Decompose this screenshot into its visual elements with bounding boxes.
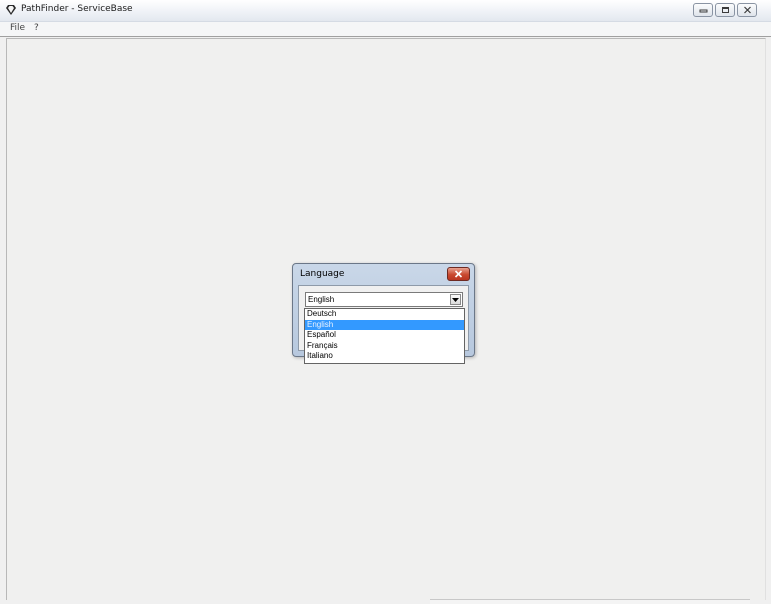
language-dropdown-list: Deutsch English Español Français Italian… xyxy=(304,308,465,364)
language-option-italiano[interactable]: Italiano xyxy=(305,351,464,362)
chevron-down-icon xyxy=(452,297,459,302)
status-bar xyxy=(430,599,750,604)
language-select[interactable]: English xyxy=(305,292,463,307)
close-button[interactable] xyxy=(737,3,757,17)
language-option-espanol[interactable]: Español xyxy=(305,330,464,341)
maximize-button[interactable] xyxy=(715,3,735,17)
close-icon xyxy=(743,6,751,14)
menu-bar: File ? xyxy=(0,22,771,37)
language-select-value: English xyxy=(308,295,335,304)
close-icon xyxy=(454,270,463,278)
menu-help[interactable]: ? xyxy=(34,23,39,33)
window-title: PathFinder - ServiceBase xyxy=(21,4,133,14)
maximize-icon xyxy=(721,7,729,13)
title-bar: PathFinder - ServiceBase xyxy=(0,0,771,22)
diamond-icon xyxy=(6,5,16,15)
dropdown-button[interactable] xyxy=(450,294,461,305)
language-option-francais[interactable]: Français xyxy=(305,341,464,352)
dialog-title: Language xyxy=(300,269,345,279)
menu-file[interactable]: File xyxy=(10,23,25,33)
dialog-close-button[interactable] xyxy=(447,267,470,281)
minimize-icon xyxy=(699,9,707,13)
language-option-deutsch[interactable]: Deutsch xyxy=(305,309,464,320)
window-controls xyxy=(691,3,757,17)
language-option-english[interactable]: English xyxy=(305,319,464,331)
minimize-button[interactable] xyxy=(693,3,713,17)
